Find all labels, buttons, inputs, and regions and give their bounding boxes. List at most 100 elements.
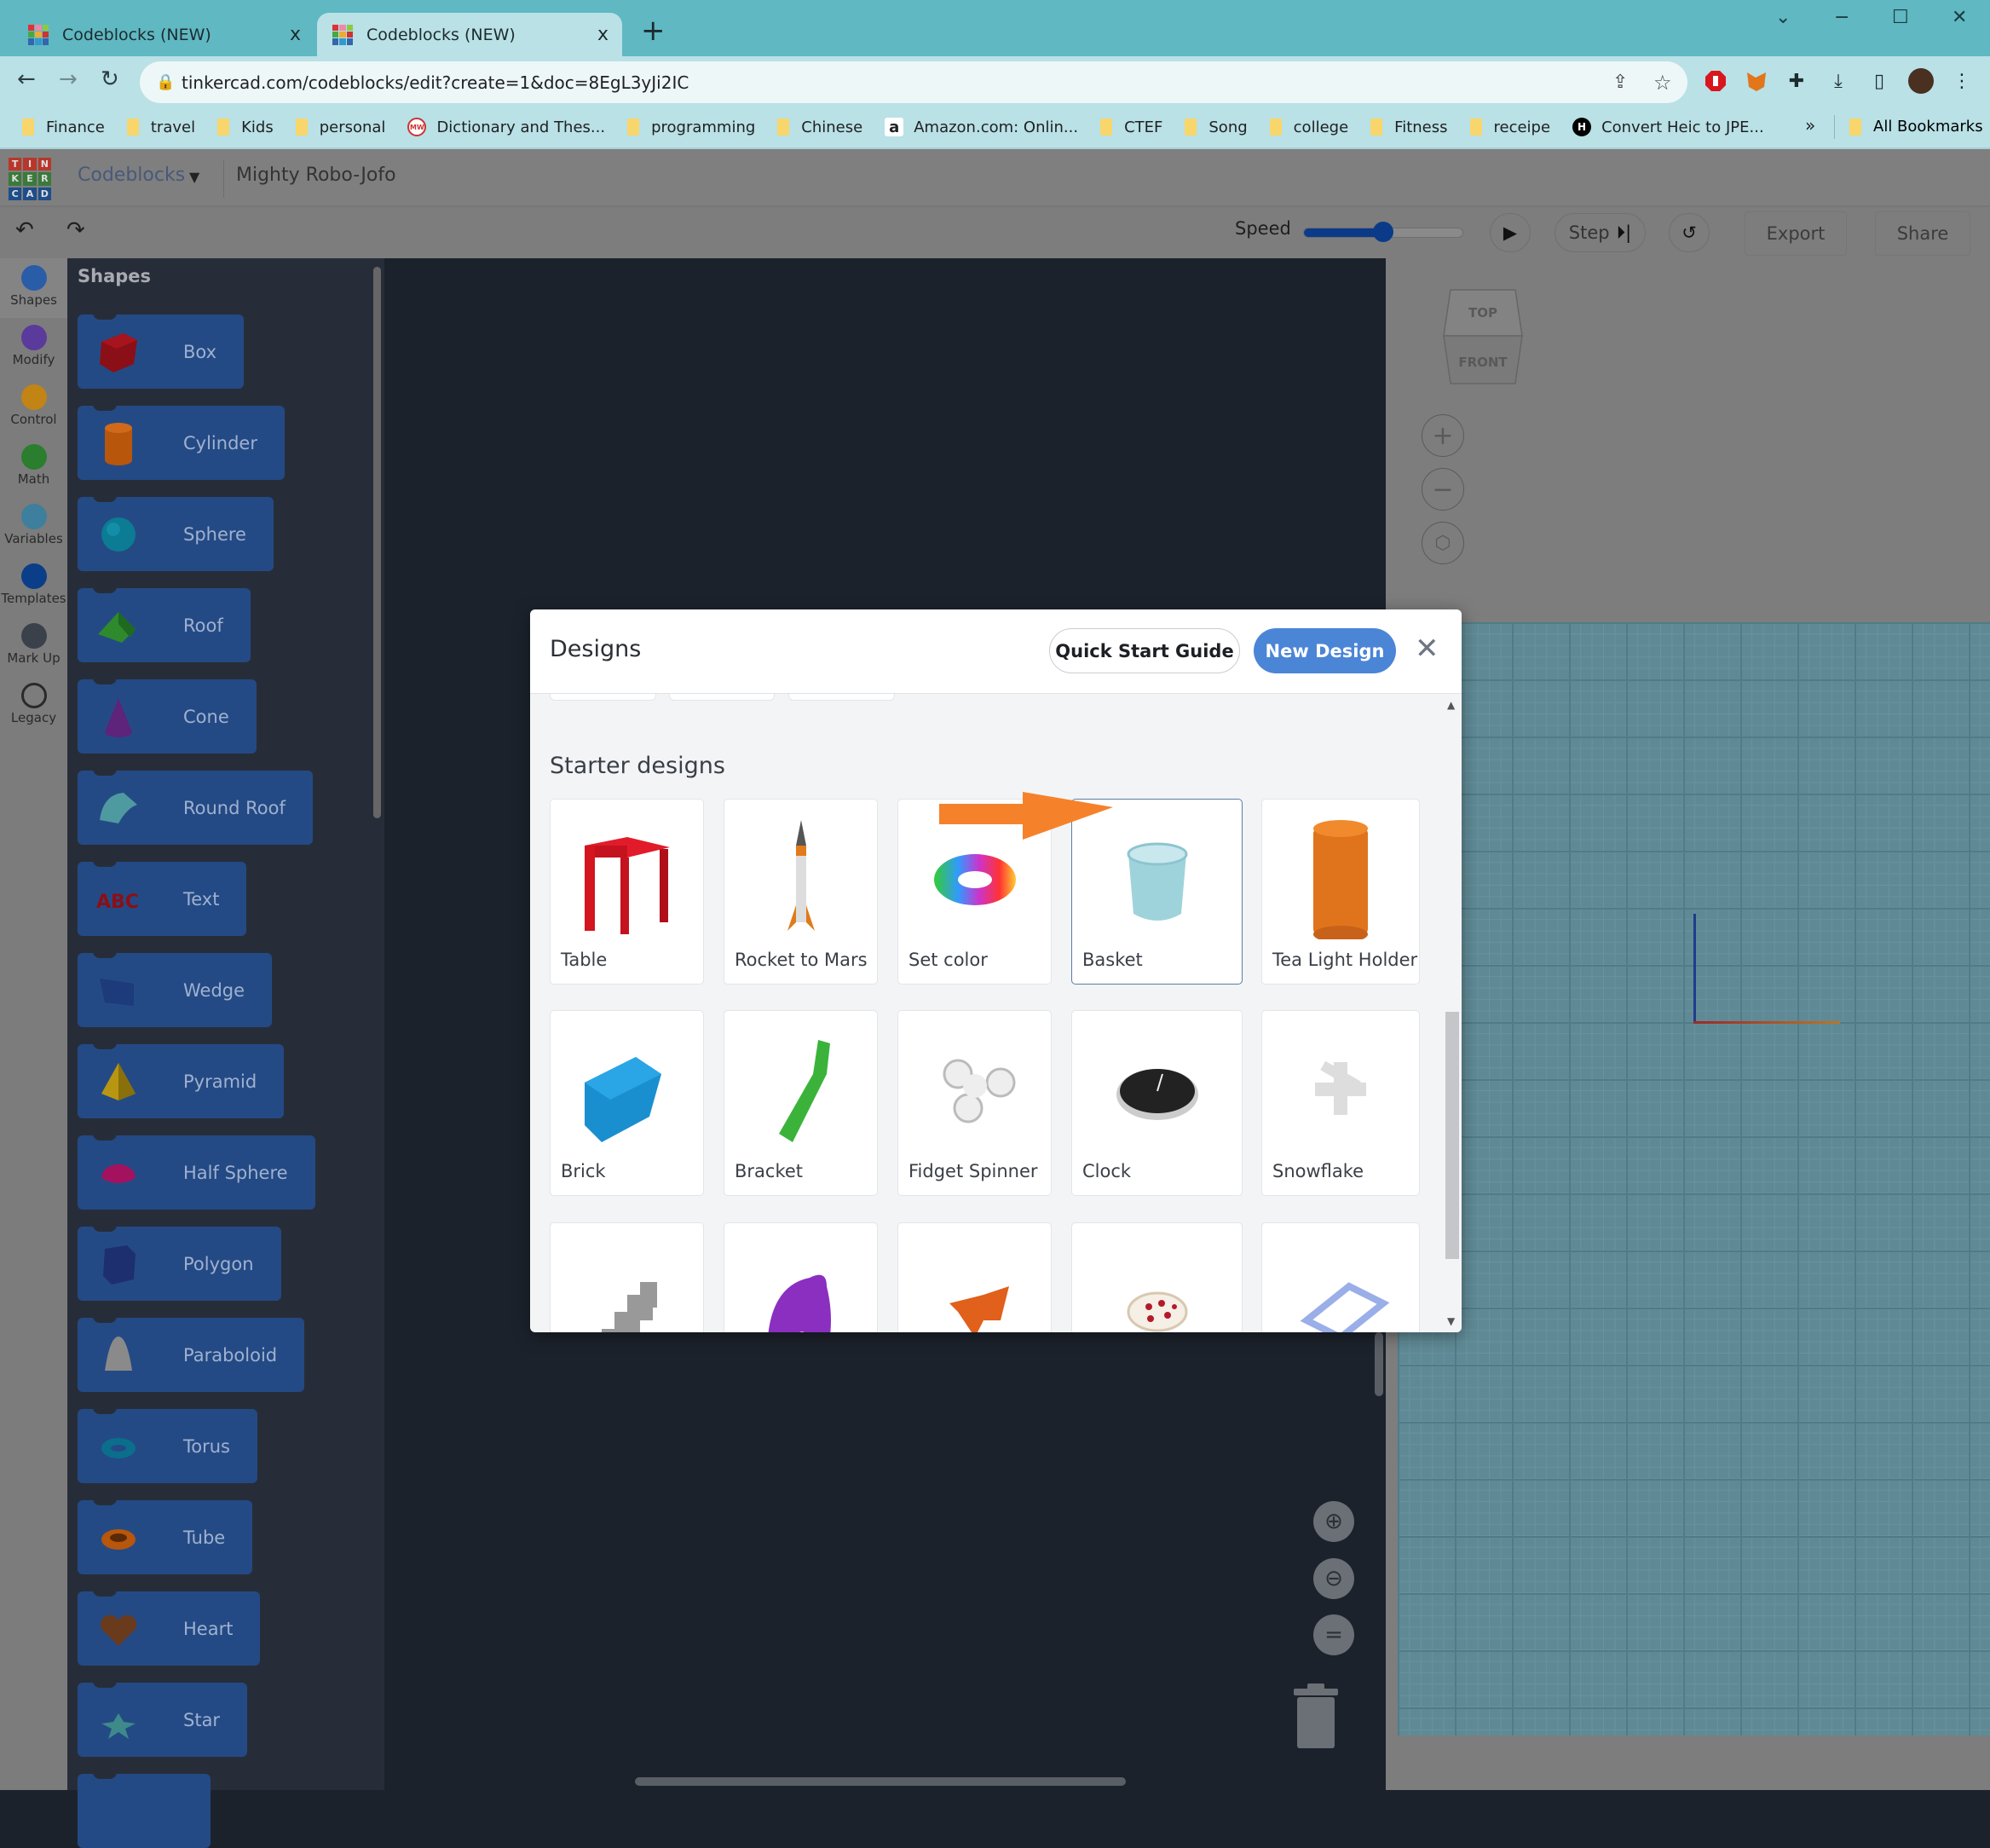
scroll-up-icon[interactable]: ▲ <box>1447 699 1455 711</box>
scrollbar-thumb[interactable] <box>1445 1012 1459 1259</box>
category-mark-up[interactable]: Mark Up <box>0 616 67 676</box>
maximize-icon[interactable]: ☐ <box>1892 7 1909 28</box>
new-tab-button[interactable]: + <box>641 14 666 48</box>
dialog-scrollbar[interactable]: ▲ ▼ <box>1443 694 1462 1332</box>
workspace-zoom-out-icon[interactable]: ⊖ <box>1313 1558 1354 1599</box>
design-card-brick[interactable]: Brick <box>550 1010 704 1196</box>
shape-block-text[interactable]: ABC Text <box>78 858 247 936</box>
minimize-icon[interactable]: − <box>1834 7 1849 28</box>
download-icon[interactable]: ⤓ <box>1826 68 1851 94</box>
export-button[interactable]: Export <box>1745 211 1847 256</box>
view-zoom-in-icon[interactable]: + <box>1422 414 1464 457</box>
design-card-stairs[interactable] <box>550 1222 704 1332</box>
shape-block-pyramid[interactable]: Pyramid <box>78 1041 285 1118</box>
quick-start-guide-button[interactable]: Quick Start Guide <box>1049 628 1240 673</box>
redo-icon[interactable]: ↷ <box>66 217 85 243</box>
shape-block-polygon[interactable]: Polygon <box>78 1223 281 1301</box>
browser-menu-icon[interactable]: ⋮ <box>1949 68 1975 94</box>
design-card-tea-light-holder[interactable]: Tea Light Holder <box>1261 799 1420 985</box>
forward-icon[interactable]: → <box>59 66 78 92</box>
design-card-bracket[interactable]: Bracket <box>724 1010 878 1196</box>
view-zoom-out-icon[interactable]: − <box>1422 468 1464 511</box>
bookmark-item[interactable]: programming <box>627 118 755 136</box>
category-modify[interactable]: Modify <box>0 318 67 378</box>
bookmark-item[interactable]: H Convert Heic to JPE... <box>1572 118 1764 136</box>
tab-close-icon[interactable]: x <box>290 24 301 45</box>
step-button[interactable]: Step ⏵| <box>1555 213 1646 252</box>
undo-icon[interactable]: ↶ <box>15 217 34 243</box>
shape-block-round-roof[interactable]: Round Roof <box>78 767 313 845</box>
bookmarks-overflow-icon[interactable]: » <box>1805 115 1815 136</box>
new-design-button[interactable]: New Design <box>1254 628 1396 673</box>
view-cube-front[interactable]: FRONT <box>1458 355 1508 370</box>
category-variables[interactable]: Variables <box>0 497 67 557</box>
tinkercad-logo[interactable]: TINKERCAD <box>9 158 51 200</box>
shape-block-cone[interactable]: Cone <box>78 676 257 754</box>
bookmark-item[interactable]: Song <box>1185 118 1248 136</box>
shape-block-wedge[interactable]: Wedge <box>78 950 273 1027</box>
tab-search-icon[interactable]: ⌄ <box>1775 7 1791 28</box>
browser-tab[interactable]: Codeblocks (NEW) x <box>13 13 314 56</box>
fit-view-icon[interactable]: ⬡ <box>1422 522 1464 564</box>
category-control[interactable]: Control <box>0 378 67 437</box>
adblock-extension-icon[interactable] <box>1703 68 1728 94</box>
design-card-pinwheel[interactable] <box>897 1222 1052 1332</box>
view-cube-top[interactable]: TOP <box>1468 305 1497 321</box>
shape-block-box[interactable]: Box <box>78 311 245 389</box>
shape-block-tube[interactable]: Tube <box>78 1497 253 1574</box>
back-icon[interactable]: ← <box>17 66 36 92</box>
metamask-extension-icon[interactable] <box>1744 68 1769 94</box>
trash-icon[interactable] <box>1290 1683 1341 1750</box>
workspace-reset-zoom-icon[interactable]: = <box>1313 1614 1354 1655</box>
share-page-icon[interactable]: ⇪ <box>1612 72 1628 93</box>
lock-icon[interactable]: 🔒 <box>156 73 175 91</box>
close-icon[interactable]: ✕ <box>1415 632 1439 666</box>
category-legacy[interactable]: Legacy <box>0 676 67 736</box>
bookmark-item[interactable]: college <box>1269 118 1348 136</box>
url-text[interactable]: tinkercad.com/codeblocks/edit?create=1&d… <box>182 72 689 93</box>
shape-block-more[interactable] <box>78 1770 211 1848</box>
bookmark-item[interactable]: Chinese <box>777 118 862 136</box>
design-card-fidget-spinner[interactable]: Fidget Spinner <box>897 1010 1052 1196</box>
bookmark-item[interactable]: MW Dictionary and Thes... <box>407 118 605 136</box>
shape-block-cylinder[interactable]: Cylinder <box>78 402 285 480</box>
shape-block-roof[interactable]: Roof <box>78 585 251 662</box>
bookmark-item[interactable]: Fitness <box>1370 118 1448 136</box>
bookmark-item[interactable]: CTEF <box>1100 118 1162 136</box>
bookmark-item[interactable]: a Amazon.com: Onlin... <box>885 118 1078 136</box>
share-button[interactable]: Share <box>1875 211 1970 256</box>
bookmark-item[interactable]: receipe <box>1469 118 1550 136</box>
url-bar[interactable]: 🔒 tinkercad.com/codeblocks/edit?create=1… <box>140 61 1687 103</box>
shape-block-torus[interactable]: Torus <box>78 1406 257 1483</box>
bookmark-item[interactable]: travel <box>126 118 195 136</box>
workspace-horizontal-scrollbar[interactable] <box>635 1777 1126 1786</box>
scroll-down-icon[interactable]: ▼ <box>1447 1315 1455 1327</box>
extensions-puzzle-icon[interactable]: ✚ <box>1784 68 1809 94</box>
design-card-clock[interactable]: Clock <box>1071 1010 1243 1196</box>
design-card-frame[interactable] <box>1261 1222 1420 1332</box>
close-window-icon[interactable]: ✕ <box>1952 7 1967 28</box>
speed-slider-knob[interactable] <box>1373 222 1393 242</box>
shape-block-heart[interactable]: Heart <box>78 1588 261 1666</box>
workspace-zoom-in-icon[interactable]: ⊕ <box>1313 1501 1354 1542</box>
bookmark-item[interactable]: Kids <box>217 118 274 136</box>
all-bookmarks[interactable]: All Bookmarks <box>1849 118 1983 136</box>
reload-icon[interactable]: ↻ <box>101 66 119 92</box>
caret-down-icon[interactable]: ▼ <box>189 169 199 185</box>
reset-button[interactable]: ↺ <box>1669 213 1710 252</box>
profile-avatar[interactable] <box>1908 68 1934 94</box>
category-templates[interactable]: Templates <box>0 557 67 616</box>
shape-block-sphere[interactable]: Sphere <box>78 494 274 571</box>
design-card-pizza[interactable] <box>1071 1222 1243 1332</box>
product-switcher[interactable]: Codeblocks <box>78 165 185 186</box>
bookmark-star-icon[interactable]: ☆ <box>1653 71 1672 95</box>
browser-tab-active[interactable]: Codeblocks (NEW) x <box>317 13 622 56</box>
document-name[interactable]: Mighty Robo-Jofo <box>236 165 396 186</box>
shape-block-half-sphere[interactable]: Half Sphere <box>78 1132 315 1210</box>
bookmark-item[interactable]: Finance <box>22 118 105 136</box>
side-panel-icon[interactable]: ▯ <box>1866 68 1892 94</box>
shape-block-star[interactable]: Star <box>78 1679 248 1757</box>
bookmark-item[interactable]: personal <box>295 118 385 136</box>
workspace-vertical-scrollbar[interactable] <box>1375 1332 1383 1396</box>
category-shapes[interactable]: Shapes <box>0 258 67 318</box>
